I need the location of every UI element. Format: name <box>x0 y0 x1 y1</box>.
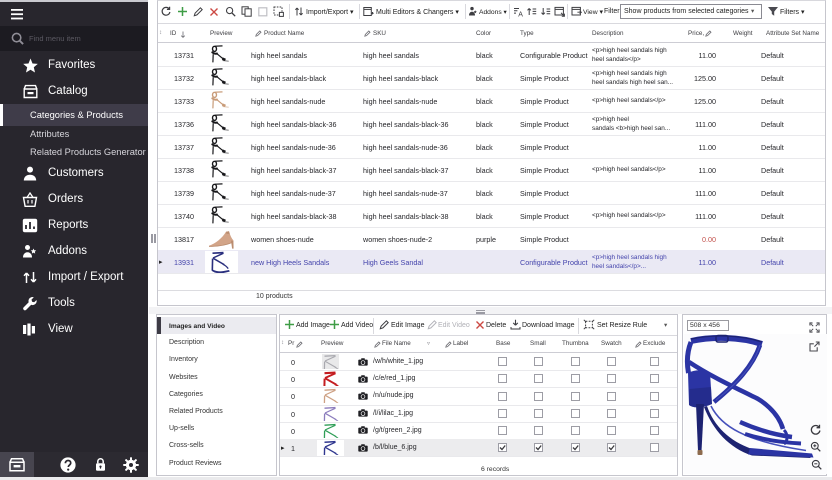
svg-text:A: A <box>518 11 523 17</box>
